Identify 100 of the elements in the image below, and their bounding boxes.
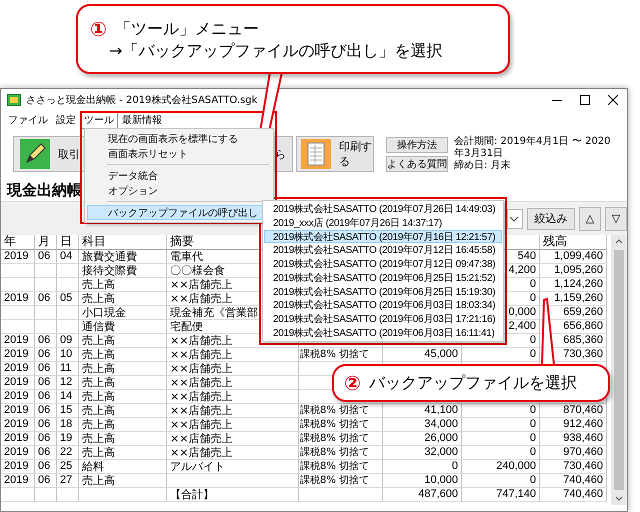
table-cell: 45,000	[383, 348, 462, 362]
table-cell: 売上高	[79, 292, 167, 306]
table-cell: 2019	[1, 390, 35, 404]
table-cell: ××店舗売上	[167, 362, 299, 376]
move-down-button[interactable]: ▽	[605, 206, 627, 230]
table-cell: 売上高	[79, 376, 167, 390]
table-cell	[35, 264, 57, 278]
table-cell: 課税8% 切捨て	[299, 432, 383, 446]
table-cell: 870,460	[540, 404, 607, 418]
table-cell: 747,140	[462, 488, 540, 502]
callout-text: 「ツール」メニュー	[114, 18, 260, 40]
table-cell: 12	[57, 376, 79, 390]
filter-button[interactable]: 絞込み	[527, 208, 575, 230]
period-text: 会計期間: 2019年4月1日 〜 2020年3月31日	[454, 136, 612, 160]
table-cell: 売上高	[79, 362, 167, 376]
table-cell	[35, 278, 57, 292]
table-cell: 課税8% 切捨て	[299, 348, 383, 362]
toolbar-button[interactable]: 印刷する	[296, 136, 374, 172]
table-cell: 14	[57, 390, 79, 404]
table-cell: 売上高	[79, 474, 167, 488]
table-cell: 05	[57, 292, 79, 306]
scrollbar-thumb[interactable]	[614, 250, 624, 490]
column-header: 年	[1, 235, 35, 250]
menu-item[interactable]: オプション	[87, 183, 271, 198]
table-cell: 740,460	[540, 488, 607, 502]
column-header: 残高	[540, 235, 607, 250]
help-button[interactable]: 操作方法	[386, 136, 448, 152]
table-cell: 26,000	[383, 432, 462, 446]
table-cell: 06	[35, 292, 57, 306]
step-number: ②	[344, 372, 361, 394]
table-cell: 課税8% 切捨て	[299, 446, 383, 460]
menu-item[interactable]: 2019株式会社SASATTO (2019年07月16日 12:21:57)	[264, 230, 502, 244]
table-cell: 06	[35, 362, 57, 376]
close-icon[interactable]	[608, 95, 618, 105]
menu-item[interactable]: 設定	[52, 111, 80, 129]
table-cell: 売上高	[79, 446, 167, 460]
callout-text: →「バックアップファイルの呼び出し」を選択	[108, 40, 442, 62]
table-cell: 課税8% 切捨て	[299, 460, 383, 474]
table-cell: 0	[462, 404, 540, 418]
table-cell: 2019	[1, 404, 35, 418]
table-cell	[1, 264, 35, 278]
table-cell: 2019	[1, 362, 35, 376]
table-cell: 06	[35, 334, 57, 348]
table-cell: 売上高	[79, 432, 167, 446]
table-cell: 240,000	[462, 460, 540, 474]
table-cell: 2019	[1, 418, 35, 432]
table-cell: 課税8% 切捨て	[299, 404, 383, 418]
table-cell: 売上高	[79, 334, 167, 348]
table-cell: 0	[462, 446, 540, 460]
scroll-down-icon[interactable]	[615, 496, 623, 502]
table-cell: ××店舗売上	[167, 432, 299, 446]
table-cell: 06	[35, 432, 57, 446]
table-cell: 04	[57, 250, 79, 264]
menu-item[interactable]: ファイル	[4, 111, 52, 129]
table-cell: ××店舗売上	[167, 418, 299, 432]
table-cell: ××店舗売上	[167, 446, 299, 460]
table-cell: 34,000	[383, 418, 462, 432]
table-cell: 0	[462, 474, 540, 488]
scroll-up-icon[interactable]	[615, 238, 623, 244]
table-cell: 06	[35, 390, 57, 404]
table-cell: 2019	[1, 334, 35, 348]
table-cell: 2019	[1, 432, 35, 446]
table-cell: 912,460	[540, 418, 607, 432]
table-cell: 売上高	[79, 278, 167, 292]
table-cell: 10	[57, 348, 79, 362]
scrollbar[interactable]	[611, 235, 627, 505]
dropdown-field[interactable]	[507, 208, 523, 228]
app-icon	[7, 93, 21, 107]
chevron-down-icon	[509, 214, 519, 224]
table-cell: 06	[35, 474, 57, 488]
table-cell: アルバイト	[167, 460, 299, 474]
table-cell: 接待交際費	[79, 264, 167, 278]
table-cell: 売上高	[79, 348, 167, 362]
table-cell: 06	[35, 460, 57, 474]
table-cell	[1, 320, 35, 334]
table-cell: 通信費	[79, 320, 167, 334]
table-cell: ××店舗売上	[167, 390, 299, 404]
table-cell: 25	[57, 460, 79, 474]
table-cell: 売上高	[79, 404, 167, 418]
table-cell: 487,600	[383, 488, 462, 502]
table-cell: 2019	[1, 348, 35, 362]
table-cell: 730,460	[540, 460, 607, 474]
view-title: 現金出納帳	[7, 180, 82, 200]
move-up-button[interactable]: △	[579, 206, 601, 230]
table-cell: 2019	[1, 446, 35, 460]
table-cell: 0	[462, 348, 540, 362]
table-cell: 740,460	[540, 474, 607, 488]
table-cell	[1, 278, 35, 292]
table-cell: 0	[462, 418, 540, 432]
table-cell: 課税8% 切捨て	[299, 418, 383, 432]
table-cell: 19	[57, 432, 79, 446]
table-cell: 06	[35, 250, 57, 264]
table-cell: 2019	[1, 460, 35, 474]
table-cell	[1, 306, 35, 320]
table-cell: 06	[35, 404, 57, 418]
maximize-icon[interactable]	[580, 95, 590, 105]
table-cell: 小口現金	[79, 306, 167, 320]
table-cell	[57, 488, 79, 502]
pencil-icon	[20, 139, 50, 169]
help-button[interactable]: よくある質問	[386, 156, 448, 172]
